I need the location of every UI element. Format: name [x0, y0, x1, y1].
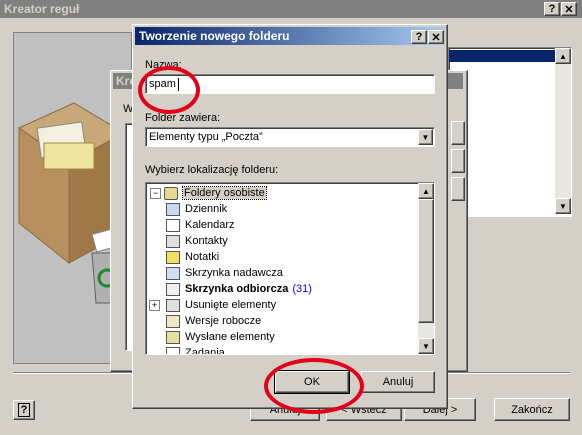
- annotation-ring-name: [138, 66, 200, 114]
- deleted-items-icon: [166, 298, 180, 312]
- contains-label: Folder zawiera:: [145, 112, 221, 124]
- drafts-icon: [166, 314, 180, 328]
- tree-root-label: Foldery osobiste: [182, 186, 267, 200]
- sent-items-icon: [166, 330, 180, 344]
- tree-folder-item[interactable]: Skrzynka nadawcza: [166, 265, 283, 281]
- wizard-close-button[interactable]: ✕: [561, 2, 577, 16]
- location-label: Wybierz lokalizację folderu:: [145, 164, 279, 176]
- tree-folder-item[interactable]: + Usunięte elementy: [149, 297, 277, 313]
- behind-dialog-button-2[interactable]: [451, 149, 465, 173]
- chevron-down-icon[interactable]: ▼: [418, 129, 433, 145]
- tree-folder-item[interactable]: Wersje robocze: [166, 313, 261, 329]
- wizard-titlebar[interactable]: Kreator reguł ? ✕: [0, 0, 582, 18]
- calendar-icon: [166, 218, 180, 232]
- tree-folder-label: Wersje robocze: [185, 315, 262, 327]
- close-icon: ✕: [431, 31, 441, 44]
- scroll-down-icon[interactable]: ▼: [555, 198, 571, 214]
- tree-folder-label: Skrzynka nadawcza: [185, 267, 283, 279]
- unread-count: (31): [292, 283, 312, 295]
- new-folder-dialog-titlebar[interactable]: Tworzenie nowego folderu ? ✕: [135, 27, 445, 45]
- journal-icon: [166, 202, 180, 216]
- scrollbar-thumb[interactable]: [418, 199, 434, 323]
- tree-folder-label: Kontakty: [185, 235, 228, 247]
- tree-folder-item[interactable]: Dziennik: [166, 201, 227, 217]
- tree-folder-label: Wysłane elementy: [185, 331, 275, 343]
- help-icon: ?: [17, 403, 31, 417]
- wizard-finish-label: Zakończ: [511, 403, 553, 416]
- folder-contains-select[interactable]: Elementy typu „Poczta” ▼: [145, 127, 435, 147]
- tree-folder-item[interactable]: Kontakty: [166, 233, 228, 249]
- folder-location-tree[interactable]: − Foldery osobiste Dziennik Kalendarz Kont…: [145, 182, 435, 355]
- wizard-finish-button[interactable]: Zakończ: [494, 398, 570, 421]
- tree-scrollbar[interactable]: ▲ ▼: [418, 183, 434, 354]
- dialog-help-button[interactable]: ?: [411, 30, 427, 44]
- annotation-ring-ok: [264, 358, 364, 414]
- tree-root-item[interactable]: − Foldery osobiste: [150, 185, 267, 201]
- expand-icon[interactable]: +: [149, 299, 160, 311]
- wizard-list-scrollbar[interactable]: ▲ ▼: [555, 48, 571, 214]
- help-icon: ?: [548, 3, 556, 15]
- tree-folder-item[interactable]: Notatki: [166, 249, 219, 265]
- collapse-icon[interactable]: −: [150, 187, 161, 199]
- tree-folder-label: Kalendarz: [185, 219, 235, 231]
- behind-dialog-button-3[interactable]: [451, 177, 465, 201]
- scroll-up-icon[interactable]: ▲: [555, 48, 571, 64]
- new-folder-dialog-title: Tworzenie nowego folderu: [139, 29, 290, 43]
- tree-folder-item[interactable]: Wysłane elementy: [166, 329, 275, 345]
- tree-folder-item[interactable]: Kalendarz: [166, 217, 235, 233]
- inbox-icon: [166, 282, 180, 296]
- dialog-close-button[interactable]: ✕: [428, 30, 444, 44]
- wizard-selected-row[interactable]: [449, 50, 555, 62]
- behind-dialog-button-1[interactable]: [451, 121, 465, 145]
- wizard-help-button[interactable]: ?: [544, 2, 560, 16]
- dialog-cancel-button[interactable]: Anuluj: [361, 371, 435, 393]
- tasks-icon: [166, 346, 180, 354]
- tree-folder-label: Usunięte elementy: [185, 299, 277, 311]
- dialog-cancel-label: Anuluj: [382, 376, 414, 388]
- contacts-icon: [166, 234, 180, 248]
- tree-folder-label: Notatki: [185, 251, 220, 263]
- notes-icon: [166, 250, 180, 264]
- outbox-icon: [166, 266, 180, 280]
- tree-folder-label: Skrzynka odbiorcza: [185, 283, 289, 295]
- folder-contains-value: Elementy typu „Poczta”: [149, 131, 263, 143]
- scroll-up-icon[interactable]: ▲: [418, 183, 434, 199]
- tree-folder-item[interactable]: Zadania: [166, 345, 225, 355]
- personal-folders-icon: [164, 186, 178, 200]
- close-icon: ✕: [564, 3, 574, 16]
- tree-folder-label: Zadania: [185, 347, 225, 355]
- tree-folder-item[interactable]: Skrzynka odbiorcza (31): [166, 281, 312, 297]
- tree-folder-label: Dziennik: [185, 203, 228, 215]
- help-icon: ?: [415, 31, 423, 43]
- wizard-help-icon-button[interactable]: ?: [13, 400, 35, 420]
- scroll-down-icon[interactable]: ▼: [418, 338, 434, 354]
- wizard-title: Kreator reguł: [4, 2, 80, 16]
